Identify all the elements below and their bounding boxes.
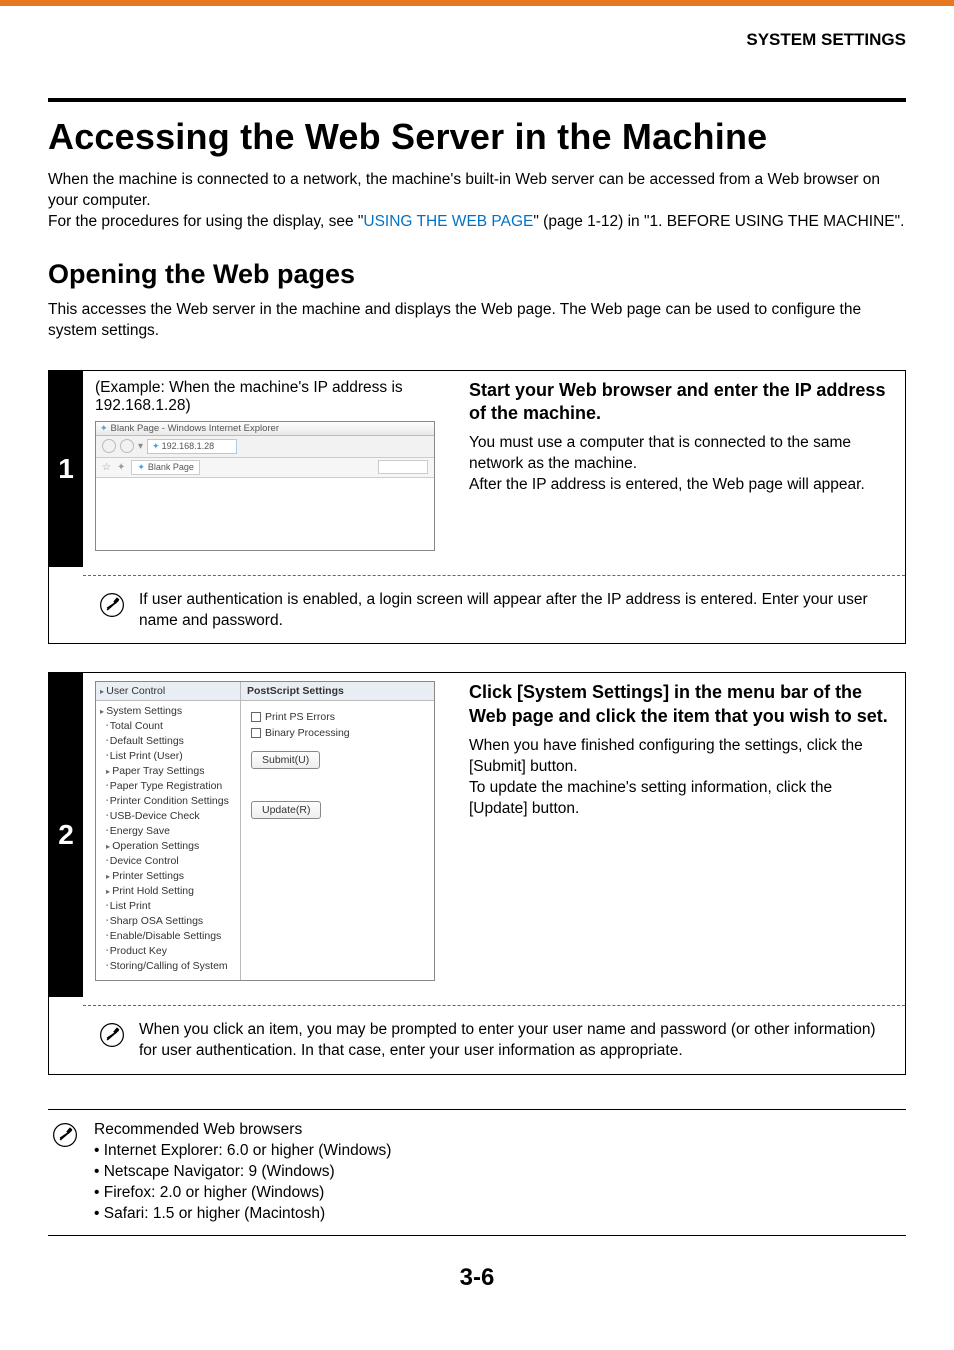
recommended-item: Netscape Navigator: 9 (Windows) (94, 1162, 391, 1183)
browser-title: Blank Page - Windows Internet Explorer (111, 423, 279, 434)
url-ie-icon: ✦ (152, 441, 160, 452)
recommended-title: Recommended Web browsers (94, 1120, 391, 1141)
settings-mock: User Control System SettingsTotal CountD… (95, 681, 435, 981)
page-number: 3-6 (48, 1264, 906, 1292)
checkbox-icon (251, 728, 261, 738)
recommended-list: Internet Explorer: 6.0 or higher (Window… (94, 1141, 391, 1225)
recommended-item: Firefox: 2.0 or higher (Windows) (94, 1183, 391, 1204)
step-1-example-label: (Example: When the machine's IP address … (95, 379, 451, 415)
mock-left-header: User Control (106, 685, 165, 697)
browser-url: 192.168.1.28 (162, 441, 215, 451)
step-1-number: 1 (49, 371, 83, 567)
mock-menu-item: Sharp OSA Settings (100, 913, 238, 928)
step-1-body2: After the IP address is entered, the Web… (469, 475, 893, 496)
browser-searchbox (378, 460, 428, 474)
step-2-number: 2 (49, 673, 83, 997)
mock-menu-item: Paper Tray Settings (100, 763, 238, 778)
section-label: SYSTEM SETTINGS (48, 30, 906, 50)
step-2-note: When you click an item, you may be promp… (139, 1020, 891, 1062)
tab-ie-icon: ✦ (137, 462, 145, 473)
recommended-box: Recommended Web browsers Internet Explor… (48, 1109, 906, 1236)
mock-menu-item: Printer Condition Settings (100, 793, 238, 808)
favorites-add-icon: ✦ (117, 462, 125, 473)
step-2-heading: Click [System Settings] in the menu bar … (469, 681, 893, 728)
page-title: Accessing the Web Server in the Machine (48, 116, 906, 158)
nav-fwd-icon (120, 439, 134, 453)
favorites-icon: ☆ (102, 462, 111, 473)
mock-menu-list: System SettingsTotal CountDefault Settin… (96, 701, 240, 975)
step-2-body2: To update the machine's setting informat… (469, 778, 893, 820)
intro-block: When the machine is connected to a netwo… (48, 170, 906, 233)
step-2-body1: When you have finished configuring the s… (469, 736, 893, 778)
mock-menu-item: Total Count (100, 718, 238, 733)
mock-chk1: Print PS Errors (265, 711, 335, 723)
mock-menu-item: Storing/Calling of System (100, 958, 238, 973)
link-using-web-page[interactable]: USING THE WEB PAGE (363, 213, 533, 230)
mock-menu-item: Paper Type Registration (100, 778, 238, 793)
mock-menu-item: List Print (User) (100, 748, 238, 763)
recommended-item: Internet Explorer: 6.0 or higher (Window… (94, 1141, 391, 1162)
checkbox-icon (251, 712, 261, 722)
recommended-item: Safari: 1.5 or higher (Macintosh) (94, 1204, 391, 1225)
intro-p2: For the procedures for using the display… (48, 212, 906, 233)
note-icon (99, 1022, 125, 1048)
title-rule (48, 98, 906, 102)
nav-back-icon (102, 439, 116, 453)
note-icon (99, 592, 125, 618)
mock-menu-item: Print Hold Setting (100, 883, 238, 898)
intro-p1: When the machine is connected to a netwo… (48, 170, 906, 212)
intro-p2a: For the procedures for using the display… (48, 213, 363, 230)
subheading: Opening the Web pages (48, 259, 906, 290)
dashed-separator (83, 575, 905, 576)
mock-update-button: Update(R) (251, 801, 321, 819)
mock-menu-item: Operation Settings (100, 838, 238, 853)
mock-menu-item: USB-Device Check (100, 808, 238, 823)
mock-menu-item: Enable/Disable Settings (100, 928, 238, 943)
mock-menu-item: Default Settings (100, 733, 238, 748)
mock-menu-item: System Settings (100, 703, 238, 718)
intro-p2b: " (page 1-12) in "1. BEFORE USING THE MA… (533, 213, 904, 230)
step-1-block: 1 (Example: When the machine's IP addres… (48, 370, 906, 645)
ie-icon: ✦ (100, 423, 108, 434)
mock-menu-item: Device Control (100, 853, 238, 868)
mock-menu-item: Energy Save (100, 823, 238, 838)
dashed-separator (83, 1005, 905, 1006)
subintro-text: This accesses the Web server in the mach… (48, 300, 906, 342)
mock-menu-item: List Print (100, 898, 238, 913)
note-icon (52, 1122, 78, 1148)
step-1-heading: Start your Web browser and enter the IP … (469, 379, 893, 426)
mock-menu-item: Printer Settings (100, 868, 238, 883)
browser-tab-label: Blank Page (148, 462, 194, 472)
mock-submit-button: Submit(U) (251, 751, 320, 769)
mock-menu-item: Product Key (100, 943, 238, 958)
mock-right-header: PostScript Settings (241, 682, 434, 701)
step-1-body1: You must use a computer that is connecte… (469, 433, 893, 475)
mock-chk2: Binary Processing (265, 727, 350, 739)
step-1-note: If user authentication is enabled, a log… (139, 590, 891, 632)
step-2-block: 2 User Control System SettingsTotal Coun… (48, 672, 906, 1075)
browser-mock: ✦ Blank Page - Windows Internet Explorer… (95, 421, 435, 551)
